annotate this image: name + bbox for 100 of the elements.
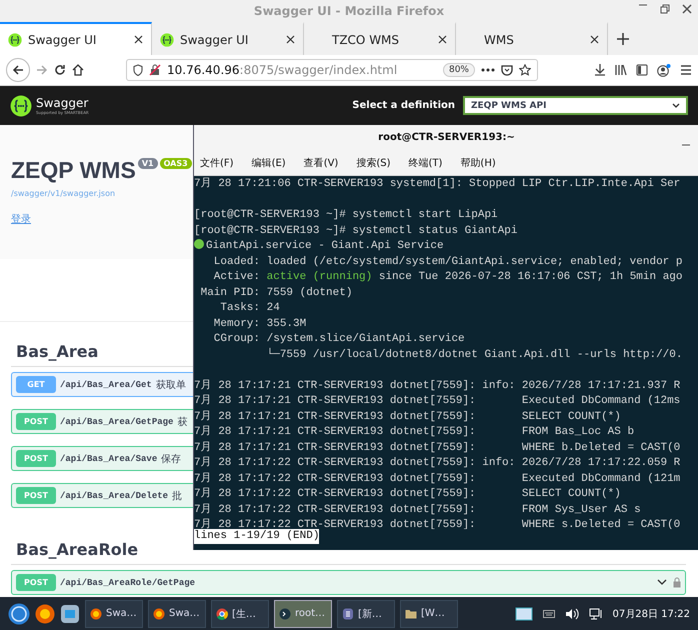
definition-dropdown[interactable]: ZEQP WMS API [463, 96, 688, 115]
taskbar-button[interactable]: [生… [211, 600, 269, 628]
address-field[interactable]: 10.76.40.96:8075/swagger/index.html 80% [126, 59, 538, 81]
definition-label: Select a definition [352, 100, 455, 111]
terminal-title: root@CTR-SERVER193:~ [378, 132, 515, 143]
restore-icon [660, 4, 670, 14]
chevron-down-icon [657, 579, 667, 586]
back-button[interactable] [6, 58, 30, 82]
terminal-line: Loaded: loaded (/etc/systemd/system/GiantApi.service; enabled; vendor p [212, 254, 684, 270]
section-heading[interactable]: Bas_AreaRole [16, 540, 138, 559]
terminal-line: 7月 28 17:17:22 CTR-SERVER193 dotnet[7559]: FROM Sys_User AS s [194, 502, 642, 518]
forward-arrow-icon [36, 64, 48, 76]
method-badge: POST [16, 487, 56, 504]
browser-tab[interactable]: Swagger UI [0, 22, 152, 55]
chrome-icon [216, 608, 228, 620]
back-arrow-icon [12, 64, 24, 76]
terminal-line: └─7559 /usr/local/dotnet8/dotnet Giant.Api.dll --urls http://0. [266, 348, 684, 362]
insecure-lock-icon [149, 64, 161, 76]
terminal-icon [279, 608, 291, 620]
status-dot-icon [194, 239, 204, 249]
close-icon [682, 4, 692, 14]
terminal-line: 7月 28 17:17:21 CTR-SERVER193 dotnet[7559]: WHERE b.Deleted = CAST(0 [194, 440, 682, 456]
terminal-line: 7月 28 17:17:22 CTR-SERVER193 dotnet[7559]: info: 2026/7/28 17:17:22.059 R [194, 456, 682, 471]
download-icon [594, 64, 606, 76]
volume-icon [564, 608, 579, 620]
swagger-logo-icon [10, 94, 32, 116]
terminal-line: 7月 28 17:17:21 CTR-SERVER193 dotnet[7559]: FROM Bas_Loc AS b [194, 425, 636, 440]
taskbar-button[interactable]: [新… [337, 600, 395, 628]
version-badge: OAS3 [160, 158, 192, 169]
keyboard-icon [542, 608, 555, 618]
terminal-line: 7月 28 17:21:06 CTR-SERVER193 systemd[1]: Stopped LIP Ctr.LIP.Inte.Api Ser [194, 177, 682, 192]
terminal-line: Main PID: 7559 (dotnet) [200, 286, 354, 300]
method-badge: POST [16, 413, 56, 430]
operation-path: /api/Bas_Area/Save [60, 454, 158, 464]
menu-item[interactable]: 文件(F) [200, 156, 234, 170]
sidebar-icon [636, 64, 648, 76]
shield-icon [133, 64, 143, 76]
pager-status: lines 1-19/19 (END) [194, 529, 320, 544]
operation-row[interactable]: POST /api/Bas_Area/Delete 批 [11, 483, 193, 508]
operation-summary: 获取单 [156, 378, 186, 392]
minimize-icon [681, 144, 691, 146]
taskbar-button[interactable]: Swa… [85, 600, 143, 628]
menu-item[interactable]: 编辑(E) [252, 156, 286, 170]
menu-item[interactable]: 帮助(H) [460, 156, 496, 170]
operation-path: /api/Bas_AreaRole/GetPage [60, 578, 196, 588]
folder-icon [405, 608, 417, 620]
menu-item[interactable]: 搜索(S) [356, 156, 390, 170]
operation-path: /api/Bas_Area/Delete [60, 490, 168, 500]
firefox-icon [153, 608, 165, 620]
close-icon [438, 35, 447, 44]
terminal-line: 7月 28 17:17:21 CTR-SERVER193 dotnet[7559]: Executed DbCommand (12ms [194, 394, 682, 409]
taskbar-button[interactable]: [W… [400, 600, 458, 628]
menu-item[interactable]: 查看(V) [304, 156, 338, 170]
reload-icon [54, 64, 66, 76]
operation-summary: 保存 [161, 452, 182, 466]
method-badge: POST [16, 574, 56, 591]
document-icon [342, 608, 354, 620]
operation-summary: 批 [172, 490, 182, 502]
taskbar-button[interactable]: root… [274, 600, 332, 628]
more-icon [481, 68, 495, 72]
library-icon [615, 64, 627, 76]
window-title: Swagger UI - Mozilla Firefox [254, 4, 444, 18]
pocket-icon [501, 64, 513, 76]
firefox-icon [35, 604, 55, 624]
terminal-line: 7月 28 17:17:21 CTR-SERVER193 dotnet[7559]: info: 2026/7/28 17:17:21.937 R [194, 378, 682, 394]
minimize-icon [638, 4, 648, 6]
terminal-line: 7月 28 17:17:22 CTR-SERVER193 dotnet[7559]: SELECT COUNT(*) [194, 487, 622, 502]
clock: 07月28日 17:22 [612, 608, 690, 620]
operation-row[interactable]: POST /api/Bas_Area/Save 保存 [11, 446, 193, 471]
logo-text: Swagger [36, 96, 89, 110]
terminal-line: 7月 28 17:17:22 CTR-SERVER193 dotnet[7559]: WHERE s.Deleted = CAST(0 [194, 518, 682, 529]
version-badge: V1 [138, 158, 158, 169]
taskbar-button[interactable]: Swa… [148, 600, 206, 628]
network-icon [588, 608, 603, 620]
start-menu-icon [8, 602, 30, 624]
new-tab-icon [617, 32, 629, 44]
terminal-line: GiantApi.service - Giant.Api Service [206, 240, 444, 252]
close-icon [286, 35, 295, 44]
section-heading[interactable]: Bas_Area [16, 342, 98, 361]
terminal-line: Tasks: 24 [219, 301, 281, 316]
operation-path: /api/Bas_Area/GetPage [60, 416, 174, 426]
firefox-icon [90, 608, 102, 620]
file-manager-icon [60, 604, 80, 624]
window-icon [514, 606, 533, 620]
terminal-line: 7月 28 17:17:21 CTR-SERVER193 dotnet[7559]: SELECT COUNT(*) [194, 410, 622, 424]
menu-icon [680, 64, 692, 76]
zoom-button[interactable]: 80% [442, 63, 475, 77]
close-icon [134, 35, 143, 44]
menu-item[interactable]: 终端(T) [408, 156, 442, 170]
close-icon [590, 35, 599, 44]
operation-row[interactable]: POST /api/Bas_Area/GetPage 获 [11, 409, 193, 434]
terminal-line: 7月 28 17:17:22 CTR-SERVER193 dotnet[7559]: Executed DbCommand (121m [194, 472, 682, 486]
terminal-line: Active: active (running) since Tue 2026-07-28 16:17:06 CST; 1h 5min ago [212, 270, 684, 285]
method-badge: GET [16, 376, 56, 393]
operation-row[interactable]: POST /api/Bas_AreaRole/GetPage [11, 570, 686, 595]
method-badge: POST [16, 450, 56, 467]
terminal-line: [root@CTR-SERVER193 ~]# systemctl start LipApi [194, 208, 499, 223]
operation-summary: 获 [177, 416, 188, 428]
account-icon [657, 64, 671, 76]
chevron-down-icon [672, 102, 680, 108]
